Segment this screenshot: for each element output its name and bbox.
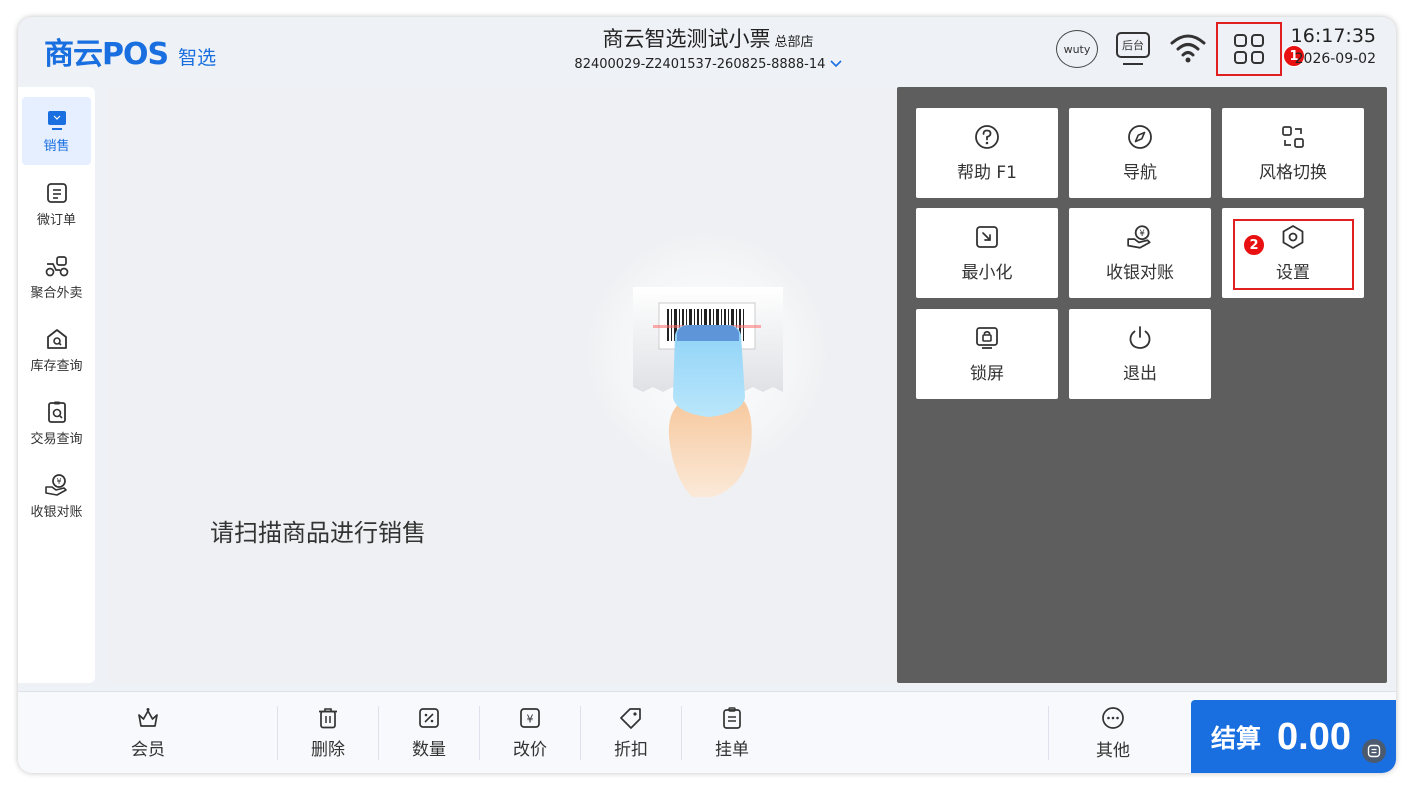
crown-icon: [138, 707, 158, 727]
cashier-reconcile-button[interactable]: ¥ 收银对账: [1069, 208, 1211, 298]
minimize-button[interactable]: 最小化: [916, 208, 1058, 298]
tile-label: 收银对账: [1106, 262, 1174, 283]
backend-label: 后台: [1116, 32, 1150, 58]
step-badge-2: 2: [1243, 234, 1265, 256]
quantity-icon: [419, 707, 439, 728]
floating-assist-icon[interactable]: [1362, 739, 1386, 763]
hold-order-label: 挂单: [715, 739, 749, 760]
exit-button[interactable]: 退出: [1069, 309, 1211, 399]
lock-screen-icon: [976, 326, 998, 349]
sidebar-item-label: 交易查询: [30, 431, 83, 447]
tile-label: 导航: [1123, 162, 1157, 183]
clock-time: 16:17:35: [1290, 25, 1376, 47]
sales-main-area: 请扫描商品进行销售: [107, 87, 897, 683]
checkout-button[interactable]: 结算 0.00: [1191, 700, 1396, 773]
lock-screen-button[interactable]: 锁屏: [916, 309, 1058, 399]
help-button[interactable]: 帮助 F1: [916, 108, 1058, 198]
inventory-search-icon: [46, 328, 67, 349]
tile-label: 锁屏: [970, 363, 1004, 384]
app-grid-button[interactable]: [1216, 22, 1282, 76]
clock-date: 2026-09-02: [1294, 51, 1376, 67]
price-tag-icon: ¥: [520, 707, 540, 728]
tile-label: 风格切换: [1259, 162, 1327, 183]
monitor-stand: [1123, 63, 1143, 65]
svg-text:¥: ¥: [56, 477, 61, 486]
more-icon: [1102, 706, 1124, 729]
svg-text:¥: ¥: [1139, 228, 1145, 238]
logo: 商云POS 智选: [44, 29, 216, 73]
discount-label: 折扣: [614, 739, 648, 760]
wifi-icon[interactable]: [1168, 31, 1208, 65]
trash-icon: [319, 707, 337, 728]
store-info[interactable]: 商云智选测试小票 总部店 82400029-Z2401537-260825-888…: [458, 23, 958, 72]
sidebar-item-label: 销售: [43, 138, 70, 154]
logo-sub: 智选: [178, 47, 217, 69]
quantity-label: 数量: [412, 739, 446, 760]
sidebar-item-sales[interactable]: 销售: [22, 97, 91, 165]
change-price-label: 改价: [513, 739, 547, 760]
tile-label: 退出: [1123, 363, 1157, 384]
sidebar-item-inventory[interactable]: 库存查询: [22, 316, 91, 384]
store-title: 商云智选测试小票: [602, 27, 771, 51]
hold-order-button[interactable]: 挂单: [682, 692, 782, 773]
quantity-button[interactable]: 数量: [379, 692, 479, 773]
sales-monitor-icon: [47, 110, 66, 130]
member-label: 会员: [131, 739, 165, 760]
compass-icon: [1128, 124, 1152, 149]
checkout-amount: 0.00: [1277, 715, 1351, 758]
navigation-button[interactable]: 导航: [1069, 108, 1211, 198]
sidebar-item-micro-order[interactable]: 微订单: [22, 170, 91, 238]
cashier-reconcile-icon: ¥: [1127, 224, 1151, 249]
discount-tag-icon: [620, 707, 641, 729]
chevron-down-icon: [829, 57, 842, 71]
other-button[interactable]: 其他: [1063, 692, 1163, 773]
power-icon: [1129, 325, 1151, 349]
cashier-reconcile-icon: ¥: [44, 473, 67, 496]
store-id-selector[interactable]: 82400029-Z2401537-260825-8888-14: [458, 57, 958, 72]
store-id: 82400029-Z2401537-260825-8888-14: [574, 57, 826, 72]
minimize-icon: [976, 225, 998, 248]
member-button[interactable]: 会员: [98, 692, 198, 773]
barcode-scanner-illustration: [633, 287, 783, 497]
sidebar-item-label: 聚合外卖: [30, 285, 83, 301]
divider: [1048, 706, 1049, 760]
sidebar-item-transaction[interactable]: 交易查询: [22, 389, 91, 457]
tile-label: 最小化: [961, 262, 1013, 283]
user-avatar-button[interactable]: wuty: [1056, 30, 1098, 68]
other-label: 其他: [1096, 740, 1130, 761]
help-icon: [975, 124, 999, 149]
backend-button[interactable]: 后台: [1114, 30, 1152, 68]
quick-menu-panel: 帮助 F1 导航 风格切换 最小化 ¥ 收银对账 设置 2 锁屏 退出: [897, 87, 1387, 683]
change-price-button[interactable]: ¥ 改价: [480, 692, 580, 773]
header: 商云POS 智选 商云智选测试小票 总部店 82400029-Z2401537-2…: [18, 17, 1396, 87]
sidebar-item-label: 库存查询: [30, 358, 83, 374]
action-bar: 会员 删除 数量 ¥ 改价 折扣 挂单 其他 结算 0.00: [18, 691, 1396, 773]
clock: 16:17:35 2026-09-02: [1288, 25, 1376, 67]
scan-hint-text: 请扫描商品进行销售: [210, 519, 426, 547]
clipboard-icon: [723, 706, 741, 729]
tile-label: 帮助 F1: [957, 162, 1017, 183]
discount-button[interactable]: 折扣: [581, 692, 681, 773]
delete-button[interactable]: 删除: [278, 692, 378, 773]
delivery-icon: [45, 255, 68, 276]
transaction-search-icon: [47, 401, 66, 423]
sidebar-item-delivery[interactable]: 聚合外卖: [22, 243, 91, 311]
sidebar-item-label: 微订单: [36, 212, 76, 228]
style-switch-button[interactable]: 风格切换: [1222, 108, 1364, 198]
micro-order-icon: [46, 182, 67, 203]
delete-label: 删除: [311, 739, 345, 760]
store-badge: 总部店: [774, 35, 814, 50]
svg-text:¥: ¥: [527, 712, 534, 725]
style-switch-icon: [1282, 125, 1304, 148]
grid-icon: [1234, 34, 1264, 64]
checkout-label: 结算: [1211, 724, 1262, 753]
pos-window: 商云POS 智选 商云智选测试小票 总部店 82400029-Z2401537-2…: [18, 17, 1396, 773]
logo-main: 商云POS: [44, 37, 169, 72]
sidebar: 销售 微订单 聚合外卖 库存查询 交易查询 ¥ 收银对账: [18, 87, 95, 683]
